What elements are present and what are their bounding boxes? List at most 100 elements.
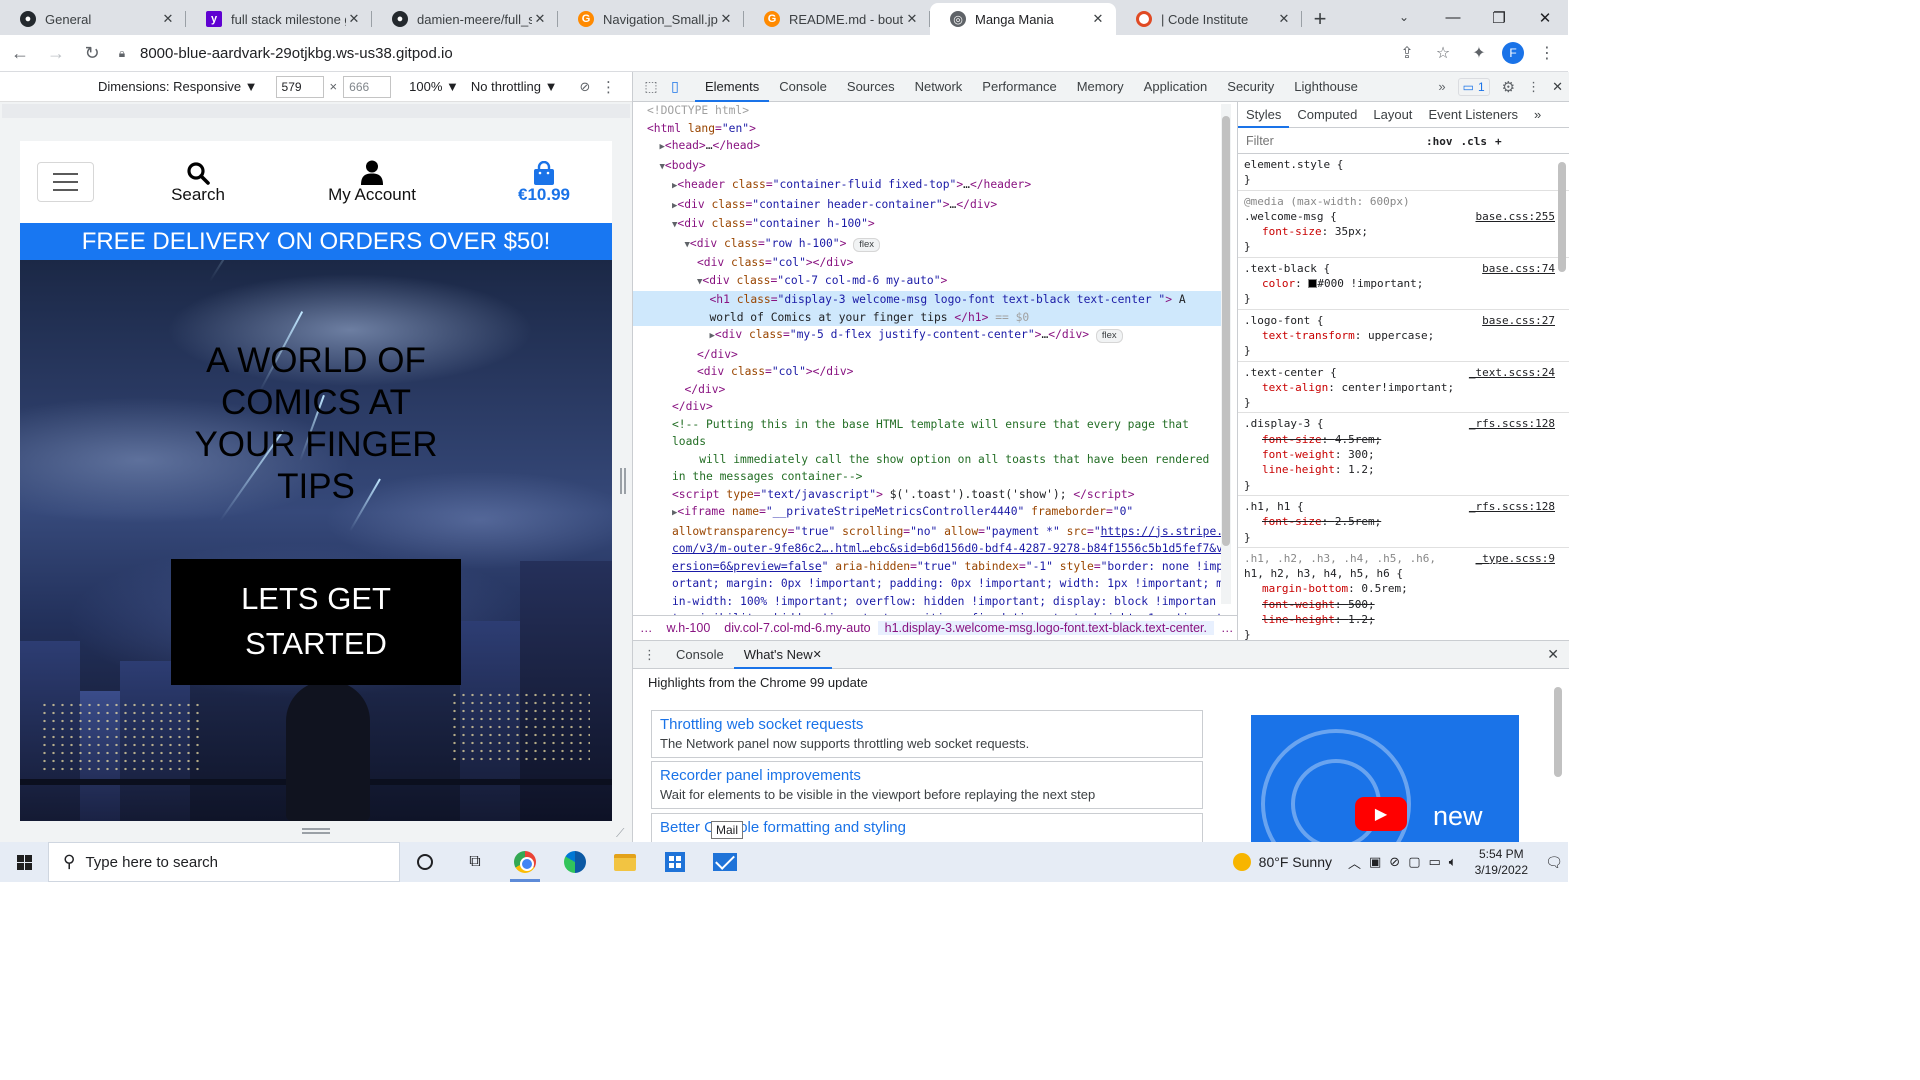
share-icon[interactable]: ⇪ xyxy=(1394,40,1420,66)
dom-node-line[interactable]: ortant; margin: 0px !important; padding:… xyxy=(633,575,1223,593)
close-tab-icon[interactable]: ✕ xyxy=(160,11,176,27)
reload-button[interactable]: ↻ xyxy=(76,37,108,69)
css-rule[interactable]: .h1, .h2, .h3, .h4, .h5, .h6, h1, h2, h3,… xyxy=(1238,548,1569,640)
throttling-select[interactable]: No throttling ▼ xyxy=(471,79,558,94)
task-view-icon[interactable]: ⧉ xyxy=(450,842,500,882)
dom-node-line[interactable]: com/v3/m-outer-9fe86c2….html…ebc&sid=b6d… xyxy=(633,540,1223,558)
breadcrumb-item[interactable]: … xyxy=(633,621,660,635)
whats-new-card-title[interactable]: Throttling web socket requests xyxy=(660,715,1194,735)
action-center-icon[interactable]: 🗨︎ xyxy=(1540,842,1568,882)
media-query-ruler[interactable] xyxy=(2,104,630,118)
css-source-link[interactable]: _text.scss:24 xyxy=(1469,365,1555,380)
chrome-taskbar-icon[interactable] xyxy=(500,842,550,882)
browser-tab[interactable]: G Navigation_Small.jpg ✕ xyxy=(558,3,744,35)
url-text[interactable]: 8000-blue-aardvark-29otjkbg.ws-us38.gitp… xyxy=(140,45,453,62)
speaker-icon[interactable]: 🔈︎ xyxy=(1449,854,1457,870)
styles-filter-input[interactable] xyxy=(1242,133,1418,148)
devtools-tab-network[interactable]: Network xyxy=(905,72,973,102)
edge-taskbar-icon[interactable] xyxy=(550,842,600,882)
youtube-play-icon[interactable]: ▶ xyxy=(1355,797,1407,831)
device-height-input[interactable] xyxy=(343,75,392,98)
css-property[interactable]: text-align: center!important; xyxy=(1244,380,1555,395)
new-tab-button[interactable]: + xyxy=(1302,3,1338,35)
dom-node-line[interactable]: ▼<div class="row h-100"> flex xyxy=(633,235,1223,255)
css-rule[interactable]: .logo-font {base.css:27 text-transform: u… xyxy=(1238,310,1569,362)
css-property[interactable]: line-height: 1.2; xyxy=(1244,462,1555,477)
breadcrumb-item[interactable]: w.h-100 xyxy=(660,621,718,635)
close-tab-icon[interactable]: ✕ xyxy=(346,11,362,27)
styles-filter-tool[interactable]: :hov xyxy=(1426,135,1453,148)
css-rule[interactable]: .text-center {_text.scss:24 text-align: c… xyxy=(1238,362,1569,414)
lets-get-started-button[interactable]: LETS GET STARTED xyxy=(171,559,461,685)
css-source-link[interactable]: base.css:255 xyxy=(1476,209,1555,224)
close-tab-icon[interactable]: ✕ xyxy=(1090,11,1106,27)
css-rule[interactable]: .text-black {base.css:74 color: #000 !imp… xyxy=(1238,258,1569,310)
styles-scrollbar[interactable] xyxy=(1557,156,1567,636)
browser-tab[interactable]: y full stack milestone gi ✕ xyxy=(186,3,372,35)
issues-badge[interactable]: ▭ 1 xyxy=(1457,77,1490,96)
nav-search[interactable]: Search xyxy=(170,155,226,205)
dom-node-line[interactable]: ▶<div class="container header-container"… xyxy=(633,196,1223,216)
styles-subtab-layout[interactable]: Layout xyxy=(1365,102,1420,128)
cortana-icon[interactable] xyxy=(400,842,450,882)
drawer-scrollbar[interactable] xyxy=(1553,673,1563,841)
devtools-tab-elements[interactable]: Elements xyxy=(695,72,770,102)
css-rule[interactable]: .h1, h1 {_rfs.scss:128 font-size: 2.5rem;… xyxy=(1238,496,1569,548)
whats-new-video-thumbnail[interactable]: ▶ new xyxy=(1251,715,1519,843)
breadcrumb-item[interactable]: h1.display-3.welcome-msg.logo-font.text-… xyxy=(877,621,1214,635)
dom-node-line[interactable]: <script type="text/javascript"> $('.toas… xyxy=(633,486,1223,504)
css-property[interactable]: text-transform: uppercase; xyxy=(1244,328,1555,343)
address-bar[interactable]: 🔒︎ 8000-blue-aardvark-29otjkbg.ws-us38.g… xyxy=(110,39,1465,68)
dom-node-line[interactable]: ▶<header class="container-fluid fixed-to… xyxy=(633,176,1223,196)
css-rule[interactable]: element.style {} xyxy=(1238,154,1569,191)
css-source-link[interactable]: _rfs.scss:128 xyxy=(1469,499,1555,514)
dom-node-line[interactable]: ▶<head>…</head> xyxy=(633,137,1223,157)
close-tab-icon[interactable]: ✕ xyxy=(813,648,822,661)
minimize-button[interactable]: — xyxy=(1430,0,1476,35)
dom-node-line[interactable]: allowtransparency="true" scrolling="no" … xyxy=(633,523,1223,541)
microsoft-store-icon[interactable] xyxy=(650,842,700,882)
devtools-tab-performance[interactable]: Performance xyxy=(972,72,1066,102)
lock-icon[interactable]: 🔒︎ xyxy=(110,46,134,61)
dom-node-line[interactable]: ▼<div class="container h-100"> xyxy=(633,215,1223,235)
dom-node-line[interactable]: ersion=6&preview=false" aria-hidden="tru… xyxy=(633,558,1223,576)
breadcrumb-item[interactable]: div.col-7.col-md-6.my-auto xyxy=(717,621,877,635)
dom-node-line[interactable]: <!-- Putting this in the base HTML templ… xyxy=(633,416,1223,434)
dom-node-line[interactable]: will immediately call the show option on… xyxy=(633,451,1223,469)
css-property[interactable]: font-size: 2.5rem; xyxy=(1244,514,1555,529)
browser-tab[interactable]: ● damien-meere/full_st ✕ xyxy=(372,3,558,35)
dom-node-line[interactable]: <!DOCTYPE html> xyxy=(633,102,1223,120)
device-width-input[interactable] xyxy=(275,75,324,98)
device-toggle-icon[interactable]: ▯ xyxy=(663,72,687,102)
drawer-tab-what-s-new[interactable]: What's New ✕ xyxy=(733,641,833,669)
devtools-tab-security[interactable]: Security xyxy=(1217,72,1284,102)
browser-tab[interactable]: G README.md - boutiq ✕ xyxy=(744,3,930,35)
css-rule[interactable]: .display-3 {_rfs.scss:128 font-size: 4.5r… xyxy=(1238,413,1569,496)
taskbar-search-box[interactable]: ⚲ Type here to search xyxy=(48,842,400,882)
dom-node-line[interactable]: <html lang="en"> xyxy=(633,120,1223,138)
mail-taskbar-icon[interactable] xyxy=(700,842,750,882)
start-button[interactable] xyxy=(0,842,48,882)
css-source-link[interactable]: _rfs.scss:128 xyxy=(1469,416,1555,431)
nav-shopping-bag[interactable]: €10.99 xyxy=(509,155,579,205)
show-hidden-icons-chevron-icon[interactable]: ︿ xyxy=(1348,853,1361,872)
devtools-tab-memory[interactable]: Memory xyxy=(1067,72,1134,102)
devtools-tab-console[interactable]: Console xyxy=(769,72,837,102)
rotate-icon[interactable]: ⊘ xyxy=(579,79,590,95)
dom-node-line[interactable]: ▶<iframe name="__privateStripeMetricsCon… xyxy=(633,503,1223,523)
more-subtabs-icon[interactable]: » xyxy=(1526,102,1549,128)
drawer-menu-icon[interactable]: ⋮ xyxy=(633,647,666,663)
dom-node-line[interactable]: world of Comics at your finger tips </h1… xyxy=(633,308,1223,326)
close-window-button[interactable]: ✕ xyxy=(1522,0,1568,35)
device-more-icon[interactable]: ⋮ xyxy=(601,78,616,96)
styles-filter-tool[interactable]: + xyxy=(1495,135,1502,148)
taskbar-clock[interactable]: 5:54 PM 3/19/2022 xyxy=(1475,846,1528,878)
browser-tab[interactable]: ◎ Manga Mania ✕ xyxy=(930,3,1116,35)
file-explorer-icon[interactable] xyxy=(600,842,650,882)
close-drawer-icon[interactable]: ✕ xyxy=(1547,646,1559,663)
close-devtools-icon[interactable]: ✕ xyxy=(1552,79,1563,95)
notification-blocked-icon[interactable]: ⊘ xyxy=(1389,854,1400,870)
browser-tab[interactable]: ● General ✕ xyxy=(0,3,186,35)
profile-avatar[interactable]: F xyxy=(1502,42,1524,64)
back-button[interactable]: ← xyxy=(4,37,36,69)
